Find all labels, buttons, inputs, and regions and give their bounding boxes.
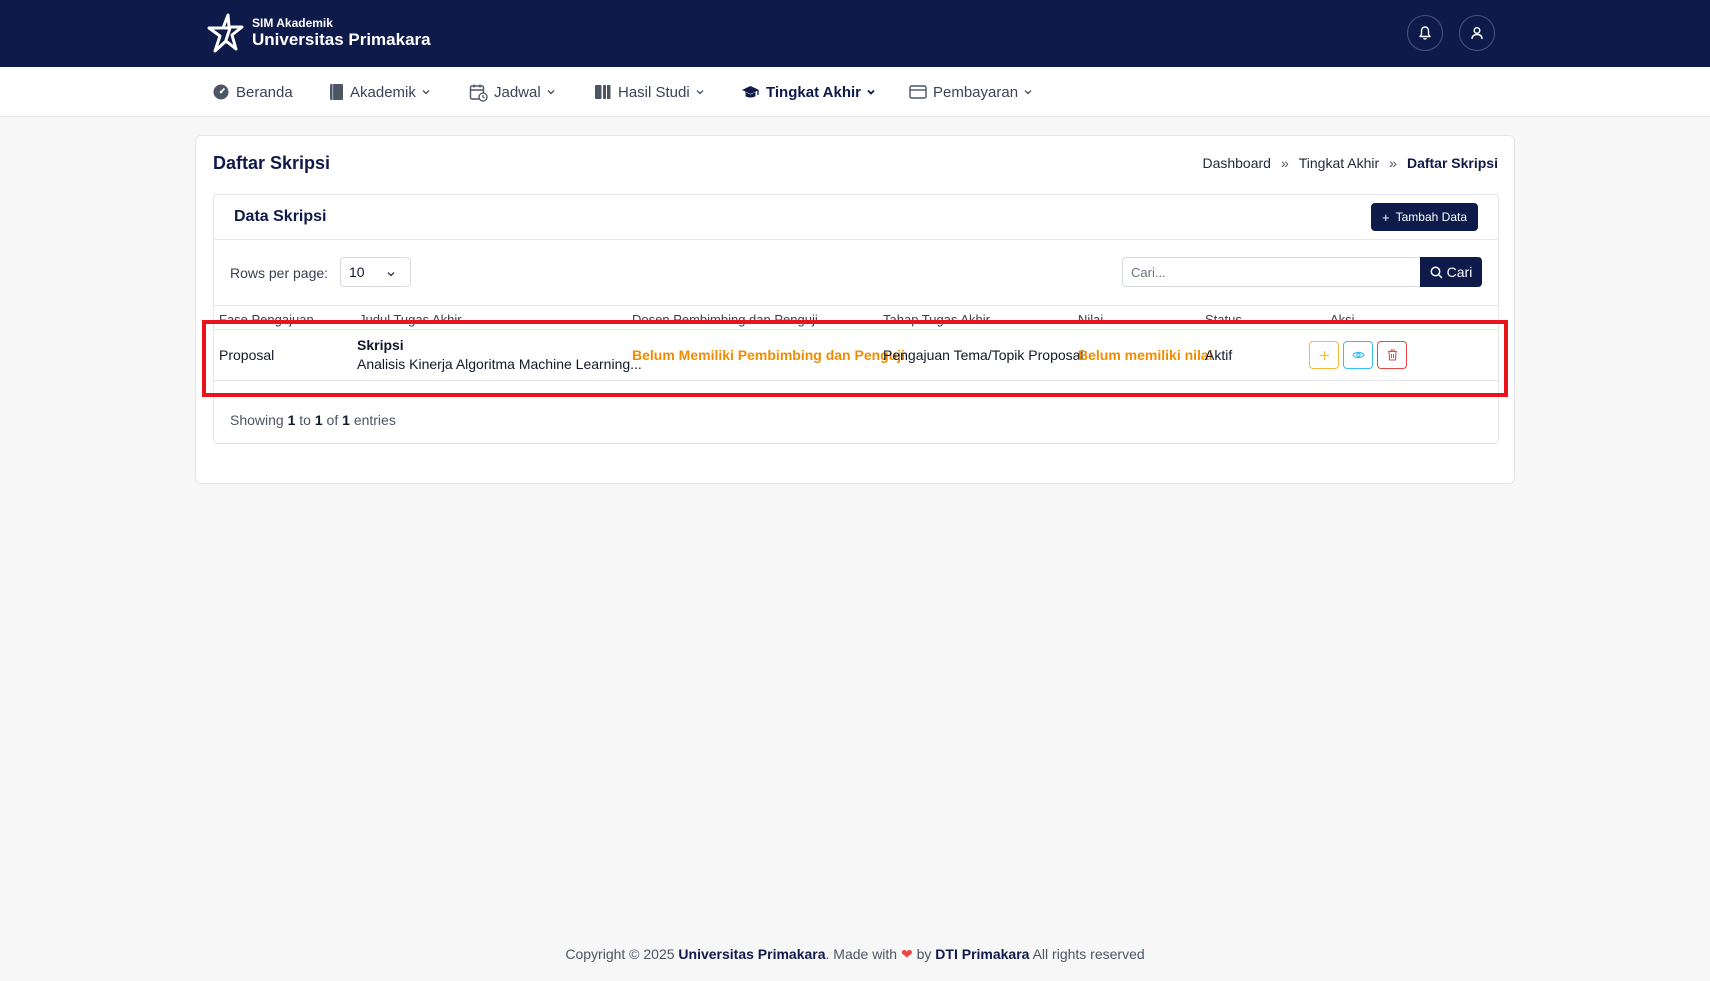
nav-hasil-studi-label: Hasil Studi	[618, 83, 690, 101]
nav-pembayaran[interactable]: Pembayaran	[909, 67, 1033, 117]
column-aksi: Aksi	[1330, 312, 1355, 327]
top-bar: SIM Akademik Universitas Primakara	[0, 0, 1710, 67]
brand-title: Universitas Primakara	[252, 30, 431, 49]
trash-icon	[1387, 349, 1397, 361]
showing-total: 1	[342, 412, 350, 428]
add-action-button[interactable]	[1309, 341, 1339, 369]
calendar-clock-icon	[469, 84, 488, 102]
showing-to-label: to	[299, 412, 311, 428]
nav-akademik-label: Akademik	[350, 83, 416, 101]
chevron-down-icon	[387, 272, 395, 277]
books-icon	[595, 85, 611, 99]
panel-header: Data Skripsi + Tambah Data	[214, 195, 1498, 240]
add-data-label: Tambah Data	[1395, 210, 1467, 224]
plus-icon: +	[1382, 209, 1390, 225]
dashboard-gauge-icon	[213, 84, 229, 100]
bell-icon	[1419, 26, 1431, 40]
column-nilai: Nilai	[1078, 312, 1104, 327]
chevron-down-icon	[696, 90, 704, 95]
chevron-down-icon	[867, 89, 875, 95]
nav-beranda-label: Beranda	[236, 83, 293, 101]
cell-status: Aktif	[1205, 347, 1233, 363]
profile-button[interactable]	[1459, 15, 1495, 51]
column-dosen-pembimbing: Dosen Pembimbing dan Penguji	[632, 312, 818, 327]
rows-per-page-value: 10	[349, 264, 365, 280]
rows-per-page-select[interactable]: 10	[340, 257, 411, 287]
payment-card-icon	[909, 85, 927, 99]
column-tahap-tugas-akhir: Tahap Tugas Akhir	[883, 312, 990, 327]
showing-of-label: of	[326, 412, 339, 428]
footer-by: by	[916, 946, 932, 962]
column-judul-tugas-akhir: Judul Tugas Akhir	[359, 312, 462, 327]
chevron-down-icon	[547, 90, 555, 95]
showing-label: Showing	[230, 412, 284, 428]
footer-made-with: . Made with	[825, 946, 898, 962]
breadcrumb: Dashboard » Tingkat Akhir » Daftar Skrip…	[1202, 155, 1498, 171]
footer-rights: All rights reserved	[1032, 946, 1145, 962]
rows-per-page-label: Rows per page:	[230, 265, 329, 281]
nav-tingkat-akhir-label: Tingkat Akhir	[766, 83, 862, 101]
brand[interactable]: SIM Akademik Universitas Primakara	[206, 13, 431, 53]
chevron-down-icon	[422, 90, 430, 95]
cell-tahap: Pengajuan Tema/Topik Proposal	[883, 347, 1084, 363]
judul-title: Analisis Kinerja Algoritma Machine Learn…	[357, 356, 642, 372]
cell-fase: Proposal	[219, 347, 275, 363]
delete-action-button[interactable]	[1377, 341, 1407, 369]
main-nav: Beranda Akademik Jadwal Hasil Studi Ting…	[0, 67, 1710, 117]
nav-beranda[interactable]: Beranda	[212, 67, 293, 117]
book-icon	[330, 84, 343, 100]
nav-tingkat-akhir[interactable]: Tingkat Akhir	[741, 67, 876, 117]
panel-title: Data Skripsi	[234, 208, 327, 225]
footer-dti: DTI Primakara	[935, 946, 1030, 962]
judul-type: Skripsi	[357, 337, 404, 353]
breadcrumb-tingkat-akhir[interactable]: Tingkat Akhir	[1299, 155, 1379, 171]
cell-judul: Skripsi Analisis Kinerja Algoritma Machi…	[357, 336, 642, 374]
brand-subtitle: SIM Akademik	[252, 16, 333, 30]
showing-entries-label: entries	[353, 412, 396, 428]
nav-akademik[interactable]: Akademik	[329, 67, 431, 117]
content-card: Daftar Skripsi Dashboard » Tingkat Akhir…	[195, 135, 1515, 484]
plus-icon	[1319, 350, 1329, 360]
search-button[interactable]: Cari	[1420, 257, 1482, 287]
showing-to: 1	[314, 412, 323, 428]
column-status: Status	[1205, 312, 1242, 327]
nav-hasil-studi[interactable]: Hasil Studi	[594, 67, 705, 117]
nav-jadwal-label: Jadwal	[494, 83, 541, 101]
breadcrumb-dashboard[interactable]: Dashboard	[1202, 155, 1271, 171]
university-logo-icon	[207, 13, 244, 53]
chevron-down-icon	[1024, 90, 1032, 95]
showing-from: 1	[287, 412, 296, 428]
page-title: Daftar Skripsi	[213, 153, 331, 173]
footer: Copyright © 2025 Universitas Primakara. …	[0, 946, 1710, 963]
column-fase-pengajuan: Fase Pengajuan	[219, 312, 314, 327]
footer-university: Universitas Primakara	[678, 946, 826, 962]
breadcrumb-separator: »	[1389, 155, 1397, 171]
table-header: Fase Pengajuan Judul Tugas Akhir Dosen P…	[214, 305, 1498, 329]
add-data-button[interactable]: + Tambah Data	[1371, 203, 1478, 231]
breadcrumb-separator: »	[1280, 155, 1289, 171]
footer-copyright: Copyright © 2025	[565, 946, 675, 962]
cell-nilai: Belum memiliki nilai	[1078, 347, 1213, 363]
nav-jadwal[interactable]: Jadwal	[469, 67, 556, 117]
heart-icon: ❤	[900, 946, 913, 962]
search-input[interactable]	[1122, 257, 1420, 287]
cell-dosen: Belum Memiliki Pembimbing dan Penguji	[632, 347, 906, 363]
breadcrumb-current: Daftar Skripsi	[1406, 155, 1498, 171]
view-action-button[interactable]	[1343, 341, 1373, 369]
nav-pembayaran-label: Pembayaran	[933, 83, 1019, 101]
graduation-cap-icon	[742, 86, 759, 98]
data-skripsi-panel: Data Skripsi + Tambah Data Rows per page…	[213, 194, 1499, 444]
user-icon	[1471, 27, 1483, 40]
table-row: Proposal Skripsi Analisis Kinerja Algori…	[214, 329, 1498, 381]
eye-icon	[1351, 351, 1365, 359]
search-icon	[1430, 266, 1443, 279]
pagination-info: Showing 1 to 1 of 1 entries	[230, 412, 396, 428]
search-button-label: Cari	[1446, 264, 1473, 280]
notification-button[interactable]	[1407, 15, 1443, 51]
